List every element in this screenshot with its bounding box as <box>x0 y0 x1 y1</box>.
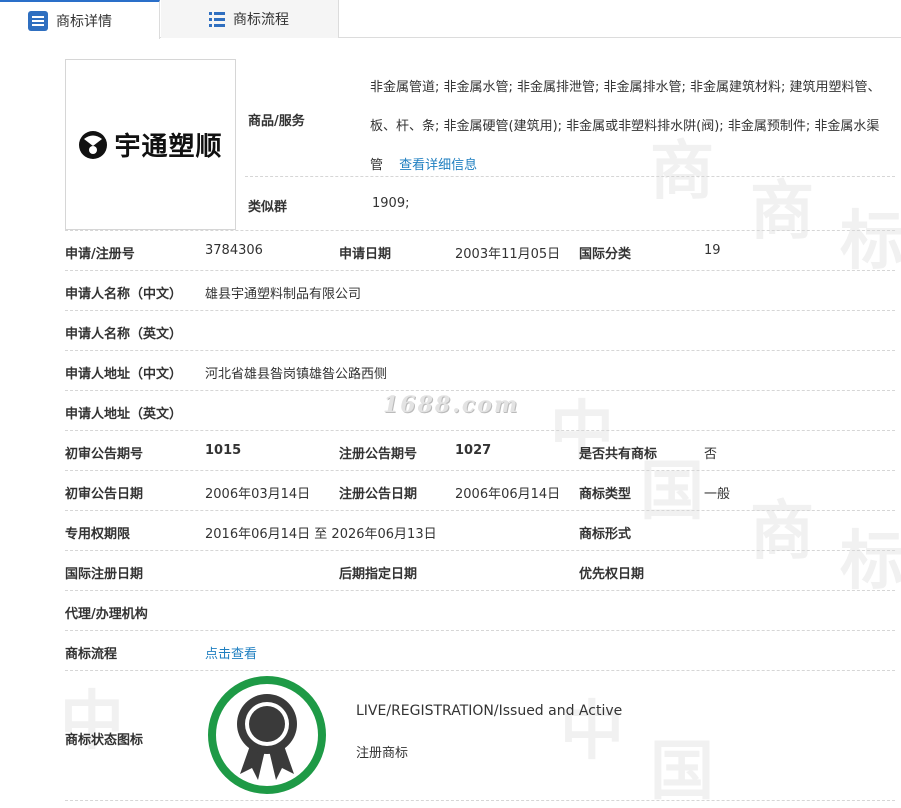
goods-value: 非金属管道; 非金属水管; 非金属排泄管; 非金属排水管; 非金属建筑材料; 建… <box>370 68 890 185</box>
trademark-image: 宇通塑顺 <box>65 59 236 230</box>
divider <box>65 390 895 391</box>
agent-label: 代理/办理机构 <box>65 607 148 622</box>
intl-class-label: 国际分类 <box>579 247 632 262</box>
prelim-date-value: 2006年03月14日 <box>205 487 311 502</box>
watermark-glyph: 标 <box>840 525 901 599</box>
divider <box>65 350 895 351</box>
watermark-glyph: 标 <box>840 205 901 279</box>
exclusive-period-value: 2016年06月14日 至 2026年06月13日 <box>205 527 437 542</box>
prelim-issue-no-label: 初审公告期号 <box>65 447 144 462</box>
applicant-en-label: 申请人名称（英文） <box>65 327 183 342</box>
divider <box>65 550 895 551</box>
tab-trademark-detail[interactable]: 商标详情 <box>0 0 160 39</box>
address-cn-label: 申请人地址（中文） <box>65 367 183 382</box>
tm-type-value: 一般 <box>704 487 731 502</box>
intl-reg-date-label: 国际注册日期 <box>65 567 144 582</box>
shared-value: 否 <box>704 447 718 462</box>
divider <box>65 670 895 671</box>
intl-class-value: 19 <box>704 243 721 258</box>
apply-date-value: 2003年11月05日 <box>455 247 561 262</box>
watermark-glyph: 国 <box>650 735 714 808</box>
similar-group-label: 类似群 <box>248 200 288 215</box>
divider <box>65 470 895 471</box>
tm-type-label: 商标类型 <box>579 487 632 502</box>
divider <box>65 310 895 311</box>
prelim-date-label: 初审公告日期 <box>65 487 144 502</box>
view-flow-link[interactable]: 点击查看 <box>205 643 257 662</box>
divider <box>65 510 895 511</box>
divider <box>65 230 895 231</box>
registered-status-icon <box>208 676 326 794</box>
reg-date-label: 注册公告日期 <box>339 487 418 502</box>
divider <box>65 430 895 431</box>
prelim-issue-no-value: 1015 <box>205 443 242 458</box>
status-text-line2: 注册商标 <box>356 746 409 761</box>
exclusive-period-label: 专用权期限 <box>65 527 131 542</box>
applicant-cn-value: 雄县宇通塑料制品有限公司 <box>205 287 362 302</box>
tm-flow-label: 商标流程 <box>65 647 118 662</box>
divider <box>65 270 895 271</box>
tab-label: 商标详情 <box>56 13 112 30</box>
trademark-logo-text: 宇通塑顺 <box>114 132 223 162</box>
view-details-link[interactable]: 查看详细信息 <box>399 158 477 173</box>
reg-no-label: 申请/注册号 <box>65 247 135 262</box>
divider <box>245 176 895 177</box>
reg-issue-no-value: 1027 <box>455 443 492 458</box>
watermark-glyph: 商 <box>750 175 814 249</box>
status-icon-label: 商标状态图标 <box>65 733 144 748</box>
reg-date-value: 2006年06月14日 <box>455 487 561 502</box>
similar-group-value: 1909; <box>372 196 410 211</box>
tm-form-label: 商标形式 <box>579 527 632 542</box>
reg-issue-no-label: 注册公告期号 <box>339 447 418 462</box>
shared-label: 是否共有商标 <box>579 447 658 462</box>
tab-bar: 商标详情 商标流程 <box>0 0 901 39</box>
address-cn-value: 河北省雄县昝岗镇雄昝公路西侧 <box>205 367 388 382</box>
list-icon <box>209 11 225 27</box>
divider <box>65 590 895 591</box>
later-designation-label: 后期指定日期 <box>339 567 418 582</box>
award-ribbon-icon <box>237 694 297 780</box>
status-text-line1: LIVE/REGISTRATION/Issued and Active <box>356 703 623 719</box>
apply-date-label: 申请日期 <box>339 247 392 262</box>
tab-trademark-flow[interactable]: 商标流程 <box>161 0 339 38</box>
applicant-cn-label: 申请人名称（中文） <box>65 287 183 302</box>
goods-label: 商品/服务 <box>248 114 305 129</box>
divider <box>65 800 895 801</box>
divider <box>65 630 895 631</box>
tab-label: 商标流程 <box>233 12 289 28</box>
address-en-label: 申请人地址（英文） <box>65 407 183 422</box>
site-watermark: 1688.com <box>383 392 520 418</box>
reg-no-value: 3784306 <box>205 243 263 258</box>
trademark-emblem-icon <box>79 130 108 159</box>
priority-date-label: 优先权日期 <box>579 567 645 582</box>
detail-icon <box>28 10 48 31</box>
